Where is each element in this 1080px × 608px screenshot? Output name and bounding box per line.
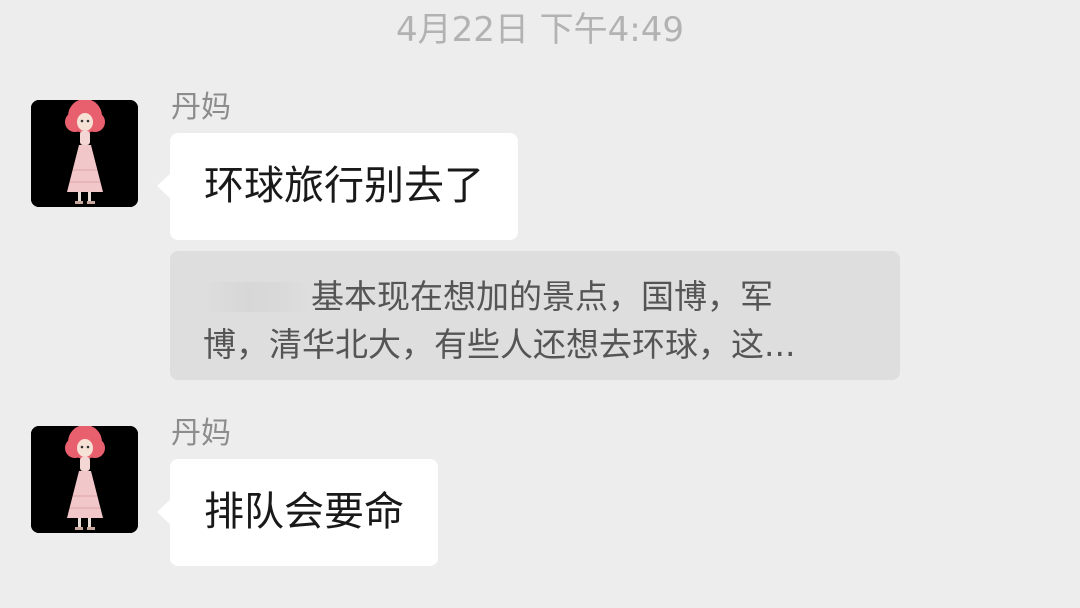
quote-line-2: 博，清华北大，有些人还想去环球，这... — [203, 325, 796, 364]
sender-name: 丹妈 — [171, 416, 231, 451]
girl-pink-hair-avatar-icon — [31, 426, 138, 533]
quote-line-1: 基本现在想加的景点，国博，军 — [203, 273, 870, 321]
sender-avatar[interactable] — [31, 100, 138, 207]
message-text: 环球旅行别去了 — [204, 163, 484, 209]
message-text: 排队会要命 — [204, 489, 404, 535]
sender-avatar[interactable] — [31, 426, 138, 533]
message-bubble[interactable]: 排队会要命 — [157, 459, 438, 566]
quoted-message[interactable]: 基本现在想加的景点，国博，军 博，清华北大，有些人还想去环球，这... — [170, 251, 900, 380]
sender-name: 丹妈 — [171, 90, 231, 125]
bubble-tail — [157, 499, 171, 525]
girl-pink-hair-avatar-icon — [31, 100, 138, 207]
redacted-blur — [203, 282, 311, 312]
message-timestamp: 4月22日 下午4:49 — [395, 10, 685, 50]
message-bubble[interactable]: 环球旅行别去了 — [157, 133, 518, 240]
bubble-tail — [157, 173, 171, 199]
quote-text-1: 基本现在想加的景点，国博，军 — [311, 277, 773, 316]
